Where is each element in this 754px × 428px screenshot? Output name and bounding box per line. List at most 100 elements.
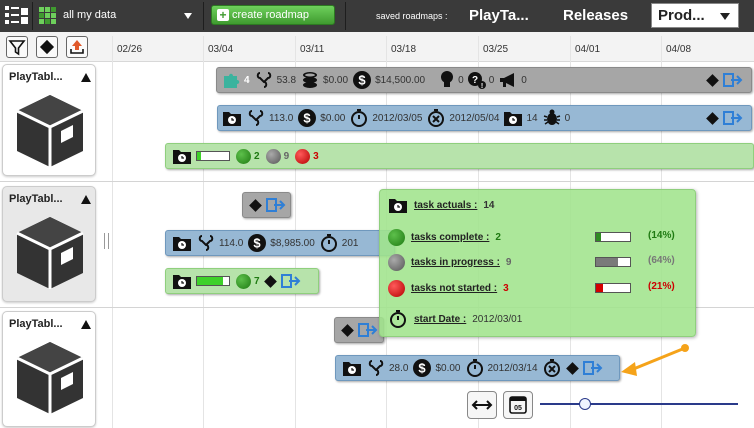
link-arrow-icon[interactable] (266, 197, 288, 213)
link-arrow-icon[interactable] (723, 110, 745, 126)
end-stopwatch-icon (428, 109, 445, 127)
bug-count: 0 (564, 112, 571, 124)
effort-value: 53.8 (276, 74, 297, 86)
resize-handle[interactable] (104, 233, 109, 249)
release-bar[interactable]: 28.0 $ $0.00 2012/03/14 (335, 355, 620, 381)
tooltip-notstarted-row: tasks not started : 3 (388, 278, 509, 298)
feature-bar[interactable]: 4 53.8 $0.00 $ $14,500.00 0 ?! 0 0 (216, 67, 752, 93)
bug-icon (543, 109, 560, 125)
notstarted-value: 3 (503, 282, 509, 294)
start-date: 2012/03/14 (487, 362, 538, 374)
notstarted-meter (595, 283, 631, 293)
filter-button[interactable] (6, 36, 28, 58)
filter-icon (8, 40, 26, 56)
date-label: 03/11 (300, 44, 325, 55)
milestone-bar[interactable] (334, 317, 384, 343)
effort-icon (368, 360, 384, 376)
milestone-diamond-icon[interactable] (341, 323, 354, 337)
task-progress-bar[interactable]: 2 9 3 (165, 143, 754, 169)
start-date-value: 2012/03/01 (472, 313, 523, 325)
product-panel[interactable]: PlayTabl... (2, 311, 96, 427)
release-bar[interactable]: 113.0 $ $0.00 2012/03/05 2012/05/04 14 0 (217, 105, 752, 131)
milestone-diamond-icon[interactable] (706, 111, 719, 125)
date-label: 03/18 (391, 44, 417, 55)
milestone-diamond-icon[interactable] (263, 274, 277, 288)
feature-count: 4 (244, 74, 250, 86)
effort-icon (198, 235, 214, 251)
link-arrow-icon[interactable] (280, 273, 303, 289)
row-separator (0, 181, 754, 182)
folder-clock-icon (389, 199, 407, 213)
milestone-diamond-icon[interactable] (249, 198, 262, 212)
effort-icon (248, 110, 264, 126)
menu-list-icon[interactable] (4, 4, 30, 28)
roadmap-select-value: Prod... (658, 7, 705, 24)
toolbar-divider (203, 2, 204, 30)
folder-clock-icon (173, 237, 191, 251)
link-arrow-icon[interactable] (358, 322, 380, 338)
puzzle-icon (224, 73, 240, 88)
dataset-dropdown[interactable]: all my data (38, 2, 198, 28)
product-title: PlayTabl... (9, 71, 63, 83)
saved-roadmap-tab-playtable[interactable]: PlayTa... (469, 0, 529, 32)
date-label: 03/04 (208, 44, 234, 55)
create-roadmap-button[interactable]: + create roadmap (211, 5, 335, 25)
collapse-arrow-icon[interactable] (81, 320, 91, 329)
effort-icon (256, 72, 271, 88)
svg-text:$: $ (254, 236, 262, 251)
fit-width-button[interactable] (467, 391, 497, 419)
product-panel[interactable]: PlayTabl... (2, 64, 96, 176)
actuals-value: 14 (483, 199, 495, 211)
roadmap-select[interactable]: Prod... (651, 3, 739, 28)
in-progress-count: 9 (283, 150, 290, 162)
collapse-arrow-icon[interactable] (81, 195, 91, 204)
dollar-icon: $ (298, 109, 317, 127)
horizontal-arrows-icon (471, 400, 493, 410)
progress-percent: (64%) (648, 255, 675, 266)
start-date-label: start Date : (414, 313, 467, 325)
tooltip-actuals-row: task actuals : 14 (388, 195, 495, 215)
milestone-diamond-icon[interactable] (565, 361, 579, 375)
progress-meter (196, 276, 230, 286)
date-label: 04/08 (666, 44, 692, 55)
effort-value: 28.0 (389, 362, 409, 374)
lightbulb-icon (441, 71, 454, 87)
release-bar[interactable]: 114.0 $ $8,985.00 201 (165, 230, 395, 256)
complete-count: 2 (254, 150, 260, 162)
progress-value: 9 (505, 256, 512, 268)
product-title: PlayTabl... (9, 193, 63, 205)
link-arrow-icon[interactable] (723, 72, 745, 88)
chevron-down-icon (720, 13, 730, 20)
toolbar-divider (32, 2, 33, 30)
upload-icon (70, 40, 84, 54)
complete-meter (595, 232, 631, 242)
task-progress-bar[interactable]: 7 (165, 268, 319, 294)
grid-line (112, 36, 113, 428)
progress-label: tasks in progress : (411, 256, 500, 268)
zoom-slider-track[interactable] (540, 403, 738, 405)
date-label: 03/25 (483, 44, 509, 55)
product-panel[interactable]: PlayTabl... (2, 186, 96, 302)
budget-value: $14,500.00 (375, 74, 426, 86)
not-started-count: 3 (313, 150, 319, 162)
not-started-status-icon (388, 279, 405, 297)
zoom-slider-thumb[interactable] (579, 398, 591, 410)
milestone-bar[interactable] (242, 192, 291, 218)
complete-count: 7 (254, 275, 260, 287)
export-button[interactable] (66, 36, 88, 58)
milestone-button[interactable] (36, 36, 58, 58)
complete-label: tasks complete : (411, 231, 490, 243)
start-date-partial: 201 (341, 237, 359, 249)
notstarted-percent: (21%) (648, 281, 675, 292)
top-toolbar: all my data + create roadmap saved roadm… (0, 0, 754, 32)
link-arrow-icon[interactable] (582, 360, 605, 376)
saved-roadmap-tab-releases[interactable]: Releases (563, 0, 628, 32)
folder-clock-icon (173, 275, 191, 289)
stopwatch-icon (320, 234, 337, 252)
collapse-arrow-icon[interactable] (81, 73, 91, 82)
dollar-icon: $ (248, 234, 267, 252)
complete-percent: (14%) (648, 230, 675, 241)
milestone-diamond-icon[interactable] (706, 73, 719, 87)
calendar-button[interactable]: 05 (503, 391, 533, 419)
tooltip-complete-row: tasks complete : 2 (388, 227, 501, 247)
